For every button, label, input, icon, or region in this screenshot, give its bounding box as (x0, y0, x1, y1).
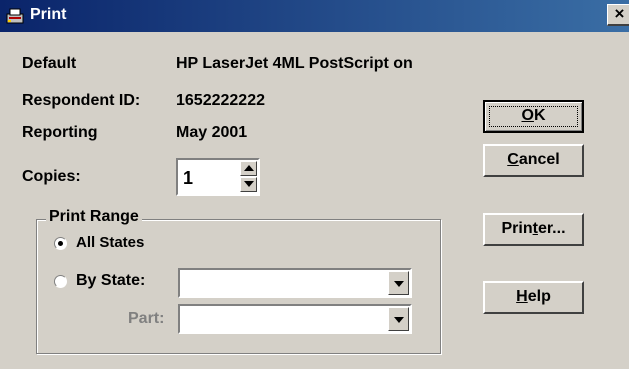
printer-button[interactable]: Printer... (483, 213, 584, 246)
chevron-down-icon (394, 281, 404, 287)
copies-label: Copies: (22, 168, 81, 185)
cancel-hotkey: C (507, 151, 519, 168)
copies-increment-button[interactable] (240, 161, 257, 176)
help-button[interactable]: Help (483, 281, 584, 314)
part-label: Part: (128, 310, 165, 327)
arrow-up-icon (244, 165, 254, 171)
part-dropdown-button[interactable] (388, 307, 409, 331)
title-bar[interactable]: Print × (0, 0, 629, 32)
printer-app-icon (6, 8, 24, 24)
ok-button[interactable]: OK (483, 100, 584, 133)
by-state-label[interactable]: By State: (76, 272, 145, 290)
print-range-title: Print Range (46, 208, 142, 226)
window-title: Print (30, 6, 67, 23)
respondent-id-label: Respondent ID: (22, 92, 141, 109)
all-states-radio[interactable] (54, 237, 67, 250)
copies-value[interactable]: 1 (183, 168, 193, 189)
reporting-label: Reporting (22, 124, 98, 141)
arrow-down-icon (244, 181, 254, 187)
close-button[interactable]: × (607, 4, 629, 26)
copies-spinner[interactable]: 1 (176, 158, 260, 196)
state-select[interactable] (178, 268, 412, 298)
default-label: Default (22, 55, 77, 72)
close-icon: × (614, 4, 625, 23)
part-select[interactable] (178, 304, 412, 334)
by-state-radio[interactable] (54, 275, 67, 288)
cancel-button[interactable]: Cancel (483, 144, 584, 177)
reporting-value: May 2001 (176, 124, 248, 141)
copies-decrement-button[interactable] (240, 177, 257, 192)
ok-hotkey: O (521, 107, 534, 124)
default-printer-value: HP LaserJet 4ML PostScript on (176, 55, 413, 72)
help-hotkey: H (516, 288, 528, 305)
chevron-down-icon (394, 317, 404, 323)
state-dropdown-button[interactable] (388, 271, 409, 295)
all-states-label[interactable]: All States (76, 234, 144, 251)
radio-selected-dot (58, 241, 63, 246)
respondent-id-value: 1652222222 (176, 92, 265, 109)
